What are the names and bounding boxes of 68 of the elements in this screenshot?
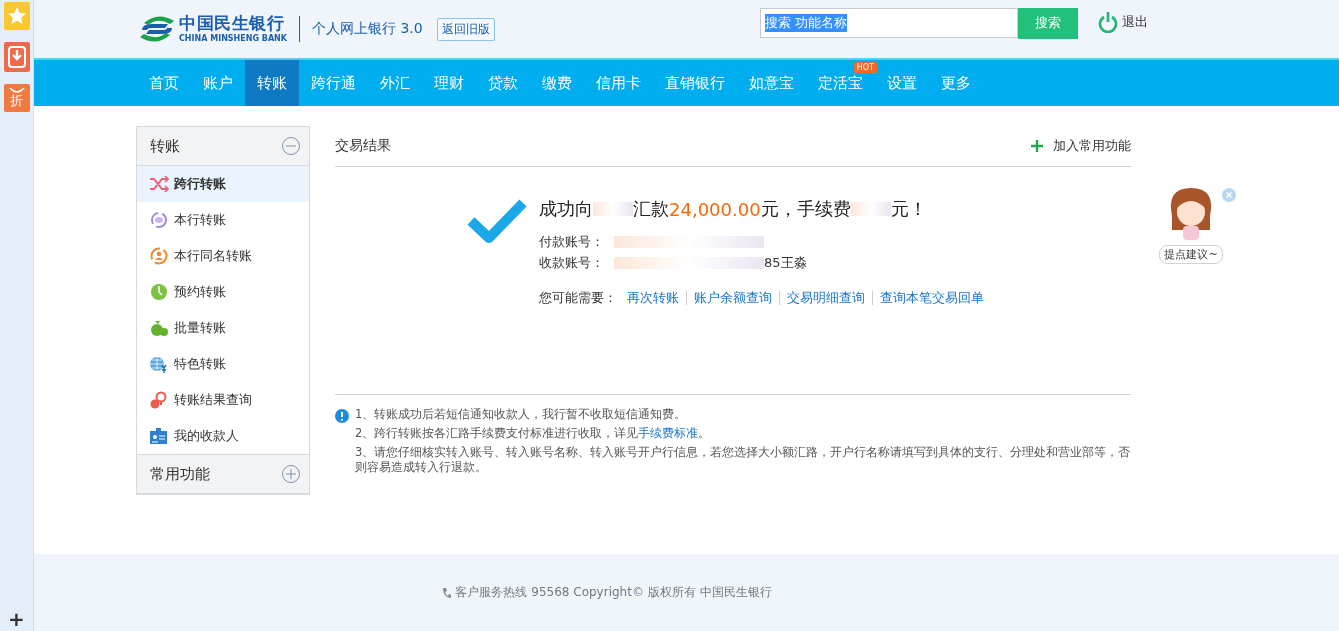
sidebar-item[interactable]: 本行同名转账 — [137, 238, 309, 274]
basket-handle-icon — [7, 88, 26, 94]
section-header[interactable]: 常用功能 — [137, 454, 309, 494]
money-bag-icon — [149, 319, 169, 337]
action-link[interactable]: 再次转账 — [627, 289, 679, 307]
action-link[interactable]: 查询本笔交易回单 — [880, 289, 984, 307]
add-favorite-link[interactable]: 加入常用功能 — [1031, 137, 1131, 155]
close-icon — [1222, 188, 1236, 202]
sidebar-item[interactable]: 我的收款人 — [137, 418, 309, 454]
redacted-mark — [850, 202, 891, 216]
action-link[interactable]: 交易明细查询 — [787, 289, 865, 307]
logout-button[interactable]: 退出 — [1098, 11, 1148, 33]
info-icon — [335, 409, 349, 423]
bank-logo-icon — [138, 14, 176, 44]
power-icon — [1098, 11, 1118, 33]
old-version-button[interactable]: 返回旧版 — [436, 17, 495, 41]
account-name: 85王淼 — [764, 253, 807, 272]
person-cycle-icon — [149, 247, 169, 265]
sidebar-item[interactable]: 预约转账 — [137, 274, 309, 310]
page-title: 交易结果 — [335, 137, 391, 155]
cycle-arrows-icon — [149, 211, 169, 229]
id-card-icon — [149, 427, 169, 445]
action-link[interactable]: 账户余额查询 — [694, 289, 772, 307]
hot-badge: HOT — [853, 62, 877, 73]
section-title: 常用功能 — [150, 464, 210, 484]
download-button[interactable] — [3, 42, 30, 72]
section-title: 转账 — [150, 136, 180, 156]
field-label: 付款账号： — [539, 232, 604, 251]
favorite-button[interactable] — [3, 2, 30, 30]
plus-icon — [1031, 140, 1043, 152]
globe-yen-icon — [149, 355, 169, 373]
collapse-icon — [281, 136, 301, 156]
phone-icon — [441, 586, 452, 599]
sidebar-item[interactable]: 转账结果查询 — [137, 382, 309, 418]
product-title: 个人网上银行 3.0 — [312, 20, 423, 38]
message-text: 汇款 — [633, 197, 669, 221]
sidebar-item[interactable]: 批量转账 — [137, 310, 309, 346]
message-text: 成功向 — [539, 197, 593, 221]
checkmark-icon — [467, 197, 527, 245]
footer-text: 客户服务热线 95568 Copyright© 版权所有 中国民生银行 — [455, 584, 772, 601]
add-button[interactable]: + — [8, 609, 25, 631]
search-field[interactable]: 搜索 功能名称 — [760, 8, 1018, 38]
sidebar-item[interactable]: 特色转账 — [137, 346, 309, 382]
note-text: 2、跨行转账按各汇路手续费支付标准进行收取，详见手续费标准。 — [355, 426, 711, 441]
nav-tab[interactable]: HOT 定活宝 — [806, 60, 875, 106]
amount-text: 24,000.00 — [669, 198, 761, 220]
clock-icon — [149, 283, 169, 301]
sidebar-item[interactable]: 跨行转账 — [137, 166, 309, 202]
expand-icon — [281, 464, 301, 484]
discount-button[interactable]: 折 — [3, 84, 30, 112]
nav-tab[interactable]: 转账 — [245, 60, 299, 106]
bank-name: 中国民生银行 — [179, 15, 285, 32]
note-text: 1、转账成功后若短信通知收款人，我行暂不收取短信通知费。 — [355, 407, 687, 422]
note-text: 3、请您仔细核实转入账号、转入账号名称、转入账号开户行信息，若您选择大小额汇路，开户行名称请填写到具体的支行、分理处和营业部等，否则容易造成转入行退款。 — [355, 445, 1131, 475]
suggest-label: 您可能需要： — [539, 289, 617, 307]
shuffle-icon — [149, 175, 169, 193]
redacted-mark — [593, 202, 633, 216]
star-icon — [6, 6, 27, 26]
message-text: 元，手续费 — [760, 197, 851, 221]
phone-download-icon — [6, 46, 27, 68]
section-header[interactable]: 转账 — [137, 127, 309, 166]
field-label: 收款账号： — [539, 253, 604, 272]
feedback-button[interactable]: 提点建议~ — [1159, 245, 1223, 264]
sidebar-item[interactable]: 本行转账 — [137, 202, 309, 238]
search-person-icon — [149, 391, 169, 409]
fee-standard-link[interactable]: 手续费标准 — [638, 426, 699, 440]
bank-name-english: CHINA MINSHENG BANK — [179, 35, 287, 43]
message-text: 元！ — [890, 197, 927, 221]
